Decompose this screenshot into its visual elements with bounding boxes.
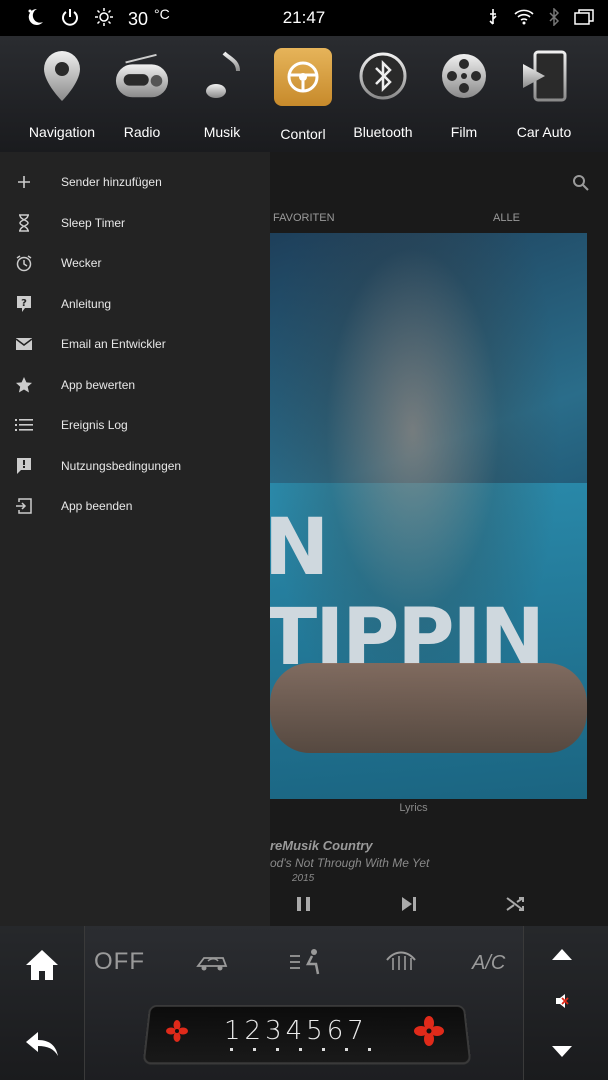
dock-label: Bluetooth (353, 124, 413, 140)
dock-label: Car Auto (516, 124, 572, 140)
dock-item-contorl[interactable]: Contorl (263, 36, 343, 152)
fan-high-icon[interactable] (414, 1016, 444, 1051)
drawer-item-label: Anleitung (61, 297, 112, 311)
shuffle-icon[interactable] (505, 894, 527, 919)
dock-item-musik[interactable]: Musik (182, 36, 262, 152)
plus-icon (1, 174, 47, 190)
volume-up-icon[interactable] (550, 948, 574, 967)
status-bar: 30 °C 21:47 (0, 0, 608, 36)
recent-apps-icon[interactable] (574, 9, 594, 30)
help-icon: ? (1, 295, 47, 313)
location-pin-icon (34, 48, 90, 104)
drawer-item-label: Sender hinzufügen (61, 175, 162, 189)
music-note-icon (194, 48, 250, 104)
drawer-item-wecker[interactable]: Wecker (0, 243, 270, 283)
drawer-item-label: Sleep Timer (61, 216, 126, 230)
dock-item-bluetooth[interactable]: Bluetooth (343, 36, 423, 152)
fan-low-icon[interactable] (166, 1020, 188, 1047)
mute-icon[interactable] (554, 992, 572, 1015)
skip-next-icon[interactable] (400, 894, 418, 919)
album-cover: N TIPPIN (270, 233, 587, 799)
song-year: 2015 (292, 873, 315, 884)
station-name: reMusik Country (270, 838, 373, 853)
song-title: od's Not Through With Me Yet (270, 856, 430, 870)
lyrics-link[interactable]: Lyrics (270, 802, 557, 814)
radio-app: FAVORITEN ALLE N TIPPIN Lyrics reMusik C… (0, 152, 608, 926)
drawer-item-label: Nutzungsbedingungen (61, 459, 182, 473)
dock-item-navigation[interactable]: Navigation (22, 36, 102, 152)
drawer-item-sleep-timer[interactable]: Sleep Timer (0, 203, 270, 243)
volume-down-icon[interactable] (550, 1044, 574, 1063)
drawer-item-anleitung[interactable]: ? Anleitung (0, 284, 270, 324)
usb-icon (486, 8, 500, 31)
bluetooth-icon (355, 48, 411, 104)
drawer-item-nutzungsbedingungen[interactable]: Nutzungsbedingungen (0, 446, 270, 486)
film-reel-icon (436, 48, 492, 104)
drawer-item-app-beenden[interactable]: App beenden (0, 486, 270, 526)
drawer-item-label: App bewerten (61, 378, 136, 392)
email-icon (1, 337, 47, 351)
back-icon[interactable] (24, 1030, 60, 1063)
drawer-item-ereignis-log[interactable]: Ereignis Log (0, 405, 270, 445)
drawer-item-email[interactable]: Email an Entwickler (0, 324, 270, 364)
alarm-icon (1, 254, 47, 272)
ac-button[interactable]: A/C (472, 952, 505, 975)
feedback-icon (1, 457, 47, 475)
steering-wheel-icon (274, 48, 332, 106)
dock-item-car-auto[interactable]: Car Auto (504, 36, 584, 152)
search-icon[interactable] (572, 174, 590, 197)
drawer-item-label: Email an Entwickler (61, 337, 166, 351)
navigation-drawer: Sender hinzufügen Sleep Timer Wecker ? A… (0, 152, 270, 926)
app-dock: Navigation Radio Musik Contorl Bluetooth… (0, 36, 608, 153)
exit-icon (1, 497, 47, 515)
climate-off-button[interactable]: OFF (94, 948, 145, 976)
air-recirculation-icon[interactable] (194, 950, 230, 979)
dock-label: Navigation (28, 124, 96, 140)
dock-label: Contorl (280, 126, 326, 142)
dock-item-radio[interactable]: Radio (102, 36, 182, 152)
dock-item-film[interactable]: Film (424, 36, 504, 152)
star-icon (1, 376, 47, 394)
phone-play-icon (516, 48, 572, 104)
dock-label: Musik (203, 124, 241, 140)
svg-text:?: ? (21, 298, 27, 309)
cover-text: N TIPPIN (270, 503, 545, 683)
drawer-item-label: Wecker (61, 256, 102, 270)
home-icon[interactable] (24, 948, 60, 987)
radio-icon (114, 48, 170, 104)
hourglass-icon (1, 214, 47, 232)
wifi-icon (514, 9, 534, 30)
dock-label: Radio (123, 124, 161, 140)
fan-speed-levels[interactable]: 1234567 (224, 1016, 368, 1046)
drawer-item-label: Ereignis Log (61, 418, 128, 432)
bluetooth-status-icon (548, 7, 560, 31)
drawer-item-label: App beenden (61, 499, 133, 513)
pause-icon[interactable] (296, 894, 312, 919)
drawer-item-sender-hinzufuegen[interactable]: Sender hinzufügen (0, 162, 270, 202)
tab-bar: FAVORITEN ALLE (273, 212, 608, 232)
tab-favoriten[interactable]: FAVORITEN (273, 212, 335, 224)
fan-speed-ticks (230, 1048, 371, 1051)
dock-label: Film (450, 124, 478, 140)
windshield-defrost-icon[interactable] (384, 946, 418, 979)
list-icon (1, 418, 47, 432)
tab-alle[interactable]: ALLE (493, 212, 520, 224)
climate-bar: OFF A/C 1234567 (0, 926, 608, 1080)
drawer-item-app-bewerten[interactable]: App bewerten (0, 365, 270, 405)
air-direction-icon[interactable] (286, 946, 326, 981)
